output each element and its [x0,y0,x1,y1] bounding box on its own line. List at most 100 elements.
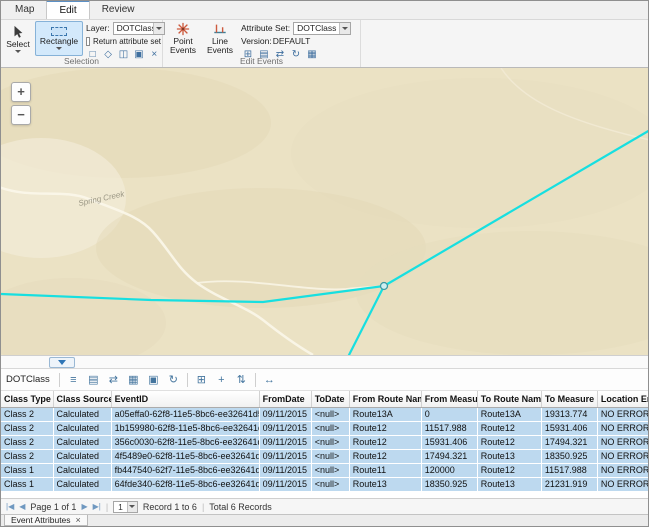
table-cell[interactable]: 18350.925 [421,477,477,491]
table-cell[interactable]: 09/11/2015 [259,407,311,421]
tab-edit[interactable]: Edit [46,0,89,19]
table-view-icon[interactable]: ▤ [85,371,102,388]
table-cell[interactable]: Route13 [477,449,541,463]
table-cell[interactable]: Route12 [477,435,541,449]
table-cell[interactable]: Route12 [349,435,421,449]
sort-icon[interactable]: ⇅ [233,371,250,388]
table-cell[interactable]: <null> [311,477,349,491]
table-cell[interactable]: a05effa0-62f8-11e5-8bc6-ee32641d5ec9 [111,407,259,421]
first-page-button[interactable]: |◀ [6,500,14,514]
column-header[interactable]: To Route Name [477,391,541,407]
table-cell[interactable]: Class 2 [1,435,53,449]
zoom-out-button[interactable]: − [11,105,31,125]
zoom-to-selection-icon[interactable]: ↔ [261,371,278,388]
table-cell[interactable]: <null> [311,463,349,477]
table-cell[interactable]: Route11 [349,463,421,477]
table-cell[interactable]: 19313.774 [541,407,597,421]
table-cell[interactable]: 4f5489e0-62f8-11e5-8bc6-ee32641d5ec9 [111,449,259,463]
column-header[interactable]: Class Type [1,391,53,407]
table-cell[interactable]: <null> [311,407,349,421]
table-cell[interactable]: Route12 [349,449,421,463]
prev-page-button[interactable]: ◀ [19,500,25,514]
table-row[interactable]: Class 1Calculated64fde340-62f8-11e5-8bc6… [1,477,649,491]
table-cell[interactable]: Class 2 [1,407,53,421]
table-cell[interactable]: 120000 [421,463,477,477]
table-cell[interactable]: Class 2 [1,421,53,435]
table-cell[interactable]: Route13A [349,407,421,421]
column-header[interactable]: From Route Name [349,391,421,407]
map-view[interactable]: Spring Creek + − [1,68,649,355]
column-header[interactable]: Location Error [597,391,649,407]
zoom-in-button[interactable]: + [11,82,31,102]
table-cell[interactable]: Calculated [53,407,111,421]
table-cell[interactable]: 356c0030-62f8-11e5-8bc6-ee32641d5ec9 [111,435,259,449]
table-cell[interactable]: 09/11/2015 [259,463,311,477]
tab-event-attributes[interactable]: Event Attributes × [4,515,88,526]
panel-options-icon[interactable]: ≡ [65,371,82,388]
table-cell[interactable]: NO ERROR [597,435,649,449]
table-cell[interactable]: 1b159980-62f8-11e5-8bc6-ee32641d5ec9 [111,421,259,435]
table-cell[interactable]: 18350.925 [541,449,597,463]
table-cell[interactable]: fb447540-62f7-11e5-8bc6-ee32641d5ec9 [111,463,259,477]
table-cell[interactable]: Route12 [349,421,421,435]
table-cell[interactable]: NO ERROR [597,449,649,463]
table-row[interactable]: Class 2Calculated4f5489e0-62f8-11e5-8bc6… [1,449,649,463]
column-header[interactable]: Class Source [53,391,111,407]
table-cell[interactable]: 15931.406 [541,421,597,435]
record-number-input[interactable]: 1 [113,501,138,513]
route-junction-marker[interactable] [381,283,388,290]
table-cell[interactable]: 11517.988 [421,421,477,435]
export-icon[interactable]: ⊞ [193,371,210,388]
refresh-icon[interactable]: ↻ [165,371,182,388]
table-cell[interactable]: Calculated [53,435,111,449]
table-cell[interactable]: Calculated [53,421,111,435]
next-page-button[interactable]: ▶ [81,500,87,514]
fields-icon[interactable]: ▦ [125,371,142,388]
column-header[interactable]: FromDate [259,391,311,407]
table-cell[interactable]: Route12 [477,463,541,477]
add-record-icon[interactable]: + [213,371,230,388]
table-row[interactable]: Class 2Calculated356c0030-62f8-11e5-8bc6… [1,435,649,449]
point-events-button[interactable]: Point Events [166,21,200,56]
table-cell[interactable]: NO ERROR [597,463,649,477]
table-row[interactable]: Class 2Calculated1b159980-62f8-11e5-8bc6… [1,421,649,435]
line-events-button[interactable]: Line Events [203,21,237,56]
return-attribute-set-checkbox[interactable] [86,37,90,46]
table-cell[interactable]: 09/11/2015 [259,421,311,435]
table-cell[interactable]: 09/11/2015 [259,449,311,463]
table-cell[interactable]: Class 1 [1,477,53,491]
table-cell[interactable]: NO ERROR [597,421,649,435]
table-cell[interactable]: <null> [311,449,349,463]
table-cell[interactable]: Route13A [477,407,541,421]
table-cell[interactable]: Route12 [477,421,541,435]
table-cell[interactable]: NO ERROR [597,407,649,421]
table-cell[interactable]: Calculated [53,477,111,491]
table-cell[interactable]: <null> [311,421,349,435]
table-cell[interactable]: 64fde340-62f8-11e5-8bc6-ee32641d5ec9 [111,477,259,491]
table-cell[interactable]: 09/11/2015 [259,435,311,449]
table-cell[interactable]: Class 2 [1,449,53,463]
collapse-panel-button[interactable] [49,357,75,368]
tab-review[interactable]: Review [90,0,147,19]
table-cell[interactable]: 17494.321 [541,435,597,449]
table-cell[interactable]: 17494.321 [421,449,477,463]
table-row[interactable]: Class 2Calculateda05effa0-62f8-11e5-8bc6… [1,407,649,421]
rectangle-tool-button[interactable]: Rectangle [35,21,83,56]
table-cell[interactable]: <null> [311,435,349,449]
table-cell[interactable]: NO ERROR [597,477,649,491]
layer-dropdown[interactable]: DOTClass [113,22,165,35]
table-cell[interactable]: Route13 [477,477,541,491]
last-page-button[interactable]: ▶| [93,500,101,514]
table-cell[interactable]: Class 1 [1,463,53,477]
close-icon[interactable]: × [76,515,81,525]
switch-selection-icon[interactable]: ⇄ [105,371,122,388]
attribute-set-dropdown[interactable]: DOTClass [293,22,351,35]
table-cell[interactable]: Calculated [53,449,111,463]
table-cell[interactable]: 15931.406 [421,435,477,449]
save-icon[interactable]: ▣ [145,371,162,388]
table-row[interactable]: Class 1Calculatedfb447540-62f7-11e5-8bc6… [1,463,649,477]
tab-map[interactable]: Map [3,0,46,19]
column-header[interactable]: ToDate [311,391,349,407]
table-cell[interactable]: 09/11/2015 [259,477,311,491]
column-header[interactable]: EventID [111,391,259,407]
